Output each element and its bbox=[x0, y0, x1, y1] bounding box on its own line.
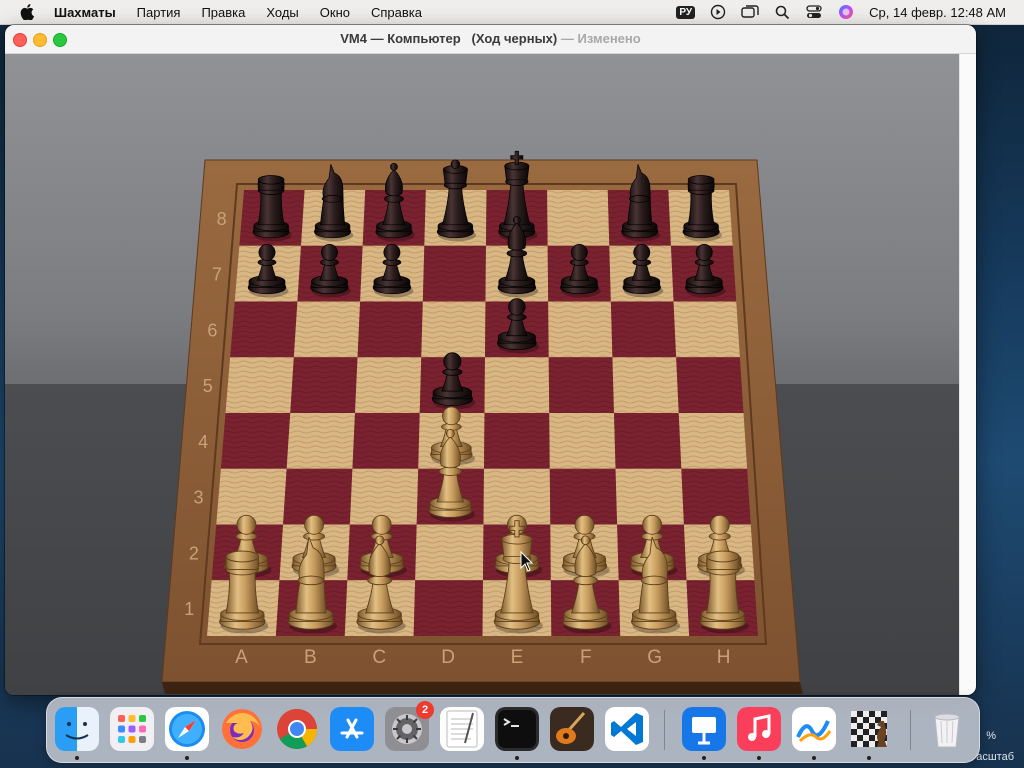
file-label: G bbox=[647, 647, 662, 668]
board-square-e4[interactable] bbox=[484, 413, 550, 469]
window-titlebar[interactable]: VM4 — Компьютер (Ход черных) — Изменено bbox=[5, 25, 976, 54]
search-icon[interactable] bbox=[773, 3, 791, 21]
apple-menu-icon[interactable] bbox=[18, 3, 36, 21]
menu-edit[interactable]: Правка bbox=[201, 5, 245, 20]
dock-chrome-icon[interactable] bbox=[275, 707, 319, 751]
window-title-separator: — bbox=[560, 31, 574, 46]
menu-window[interactable]: Окно bbox=[320, 5, 350, 20]
dock-trash-icon[interactable] bbox=[925, 707, 969, 751]
board-square-g5[interactable] bbox=[612, 357, 679, 413]
background-zoom-value: % bbox=[986, 730, 996, 742]
board-square-c4[interactable] bbox=[352, 413, 420, 469]
board-square-g4[interactable] bbox=[614, 413, 682, 469]
menu-app-name[interactable]: Шахматы bbox=[54, 5, 116, 20]
board-square-a5[interactable] bbox=[225, 357, 294, 413]
rank-label: 6 bbox=[207, 320, 217, 340]
screens-icon[interactable] bbox=[741, 3, 759, 21]
board-frame-edge bbox=[162, 682, 803, 694]
dock-app-store-icon[interactable] bbox=[330, 707, 374, 751]
dock-running-dot bbox=[867, 756, 871, 760]
dock-terminal-icon[interactable] bbox=[495, 707, 539, 751]
file-label: B bbox=[304, 647, 317, 668]
dock-keynote-icon[interactable] bbox=[682, 707, 726, 751]
rank-label: 2 bbox=[189, 543, 199, 563]
menu-bar: Шахматы Партия Правка Ходы Окно Справка … bbox=[0, 0, 1024, 25]
board-scene: A B C D E F G H 1 2 3 4 5 6 7 8 bbox=[5, 54, 976, 695]
dock-music-icon[interactable] bbox=[737, 707, 781, 751]
dock-launchpad-icon[interactable] bbox=[110, 707, 154, 751]
dock-running-dot bbox=[515, 756, 519, 760]
board-square-b4[interactable] bbox=[286, 413, 355, 469]
board-square-f5[interactable] bbox=[548, 357, 614, 413]
board-square-h6[interactable] bbox=[673, 301, 740, 358]
menu-party[interactable]: Партия bbox=[137, 5, 181, 20]
board-square-d2[interactable] bbox=[415, 524, 484, 581]
board-square-g6[interactable] bbox=[610, 301, 677, 358]
play-icon[interactable] bbox=[709, 3, 727, 21]
settings-badge: 2 bbox=[416, 701, 434, 719]
dock-finder-icon[interactable] bbox=[55, 707, 99, 751]
dock-firefox-icon[interactable] bbox=[220, 707, 264, 751]
dock-running-dot bbox=[757, 756, 761, 760]
window-title: VM4 — Компьютер (Ход черных) — Изменено bbox=[5, 31, 976, 46]
file-label: A bbox=[235, 647, 248, 668]
rank-label: 4 bbox=[198, 432, 208, 452]
board-square-f8[interactable] bbox=[547, 190, 610, 246]
dock-running-dot bbox=[812, 756, 816, 760]
dock-vscode-icon[interactable] bbox=[605, 707, 649, 751]
window-title-turn: (Ход черных) bbox=[471, 31, 558, 46]
board-square-d1[interactable] bbox=[413, 580, 483, 636]
keyboard-layout-indicator[interactable]: РУ bbox=[676, 5, 696, 19]
board-square-a6[interactable] bbox=[230, 301, 298, 358]
dock-freeform-icon[interactable] bbox=[792, 707, 836, 751]
board-square-a4[interactable] bbox=[220, 413, 291, 469]
siri-icon[interactable] bbox=[837, 3, 855, 21]
chess-board[interactable]: A B C D E F G H 1 2 3 4 5 6 7 8 bbox=[5, 54, 960, 695]
board-square-h5[interactable] bbox=[676, 357, 744, 413]
board-square-b6[interactable] bbox=[293, 301, 361, 358]
board-square-b5[interactable] bbox=[290, 357, 358, 413]
dock-chess-icon[interactable] bbox=[847, 707, 891, 751]
window-title-status: Изменено bbox=[577, 31, 641, 46]
file-label: F bbox=[580, 647, 592, 668]
rank-label: 3 bbox=[194, 488, 204, 508]
board-square-e5[interactable] bbox=[484, 357, 550, 413]
dock: 2 bbox=[46, 697, 980, 763]
dock-textedit-icon[interactable] bbox=[440, 707, 484, 751]
board-square-f6[interactable] bbox=[548, 301, 613, 358]
rank-label: 8 bbox=[217, 209, 227, 229]
chess-window: VM4 — Компьютер (Ход черных) — Изменено bbox=[5, 25, 976, 695]
dock-running-dot bbox=[702, 756, 706, 760]
rank-label: 1 bbox=[184, 599, 194, 619]
dock-separator bbox=[664, 710, 665, 750]
menu-moves[interactable]: Ходы bbox=[266, 5, 298, 20]
menu-clock[interactable]: Ср, 14 февр. 12:48 AM bbox=[869, 5, 1006, 20]
file-label: E bbox=[511, 647, 524, 668]
board-square-c6[interactable] bbox=[357, 301, 423, 358]
file-label: D bbox=[441, 647, 455, 668]
dock-garageband-icon[interactable] bbox=[550, 707, 594, 751]
rank-label: 7 bbox=[212, 265, 222, 285]
dock-safari-icon[interactable] bbox=[165, 707, 209, 751]
board-square-d7[interactable] bbox=[422, 245, 486, 302]
background-zoom-label: асштаб bbox=[976, 751, 1014, 763]
dock-separator bbox=[910, 710, 911, 750]
board-square-d6[interactable] bbox=[421, 301, 486, 358]
menu-help[interactable]: Справка bbox=[371, 5, 422, 20]
board-square-h4[interactable] bbox=[678, 413, 748, 469]
dock-running-dot bbox=[75, 756, 79, 760]
vertical-scrollbar[interactable] bbox=[959, 54, 976, 695]
rank-label: 5 bbox=[203, 376, 213, 396]
board-square-a3[interactable] bbox=[216, 468, 287, 525]
control-center-icon[interactable] bbox=[805, 3, 823, 21]
board-square-c5[interactable] bbox=[355, 357, 422, 413]
file-label: C bbox=[372, 647, 386, 668]
board-square-f4[interactable] bbox=[549, 413, 616, 469]
dock-running-dot bbox=[185, 756, 189, 760]
window-title-main: VM4 — Компьютер bbox=[340, 31, 461, 46]
file-label: H bbox=[717, 647, 731, 668]
